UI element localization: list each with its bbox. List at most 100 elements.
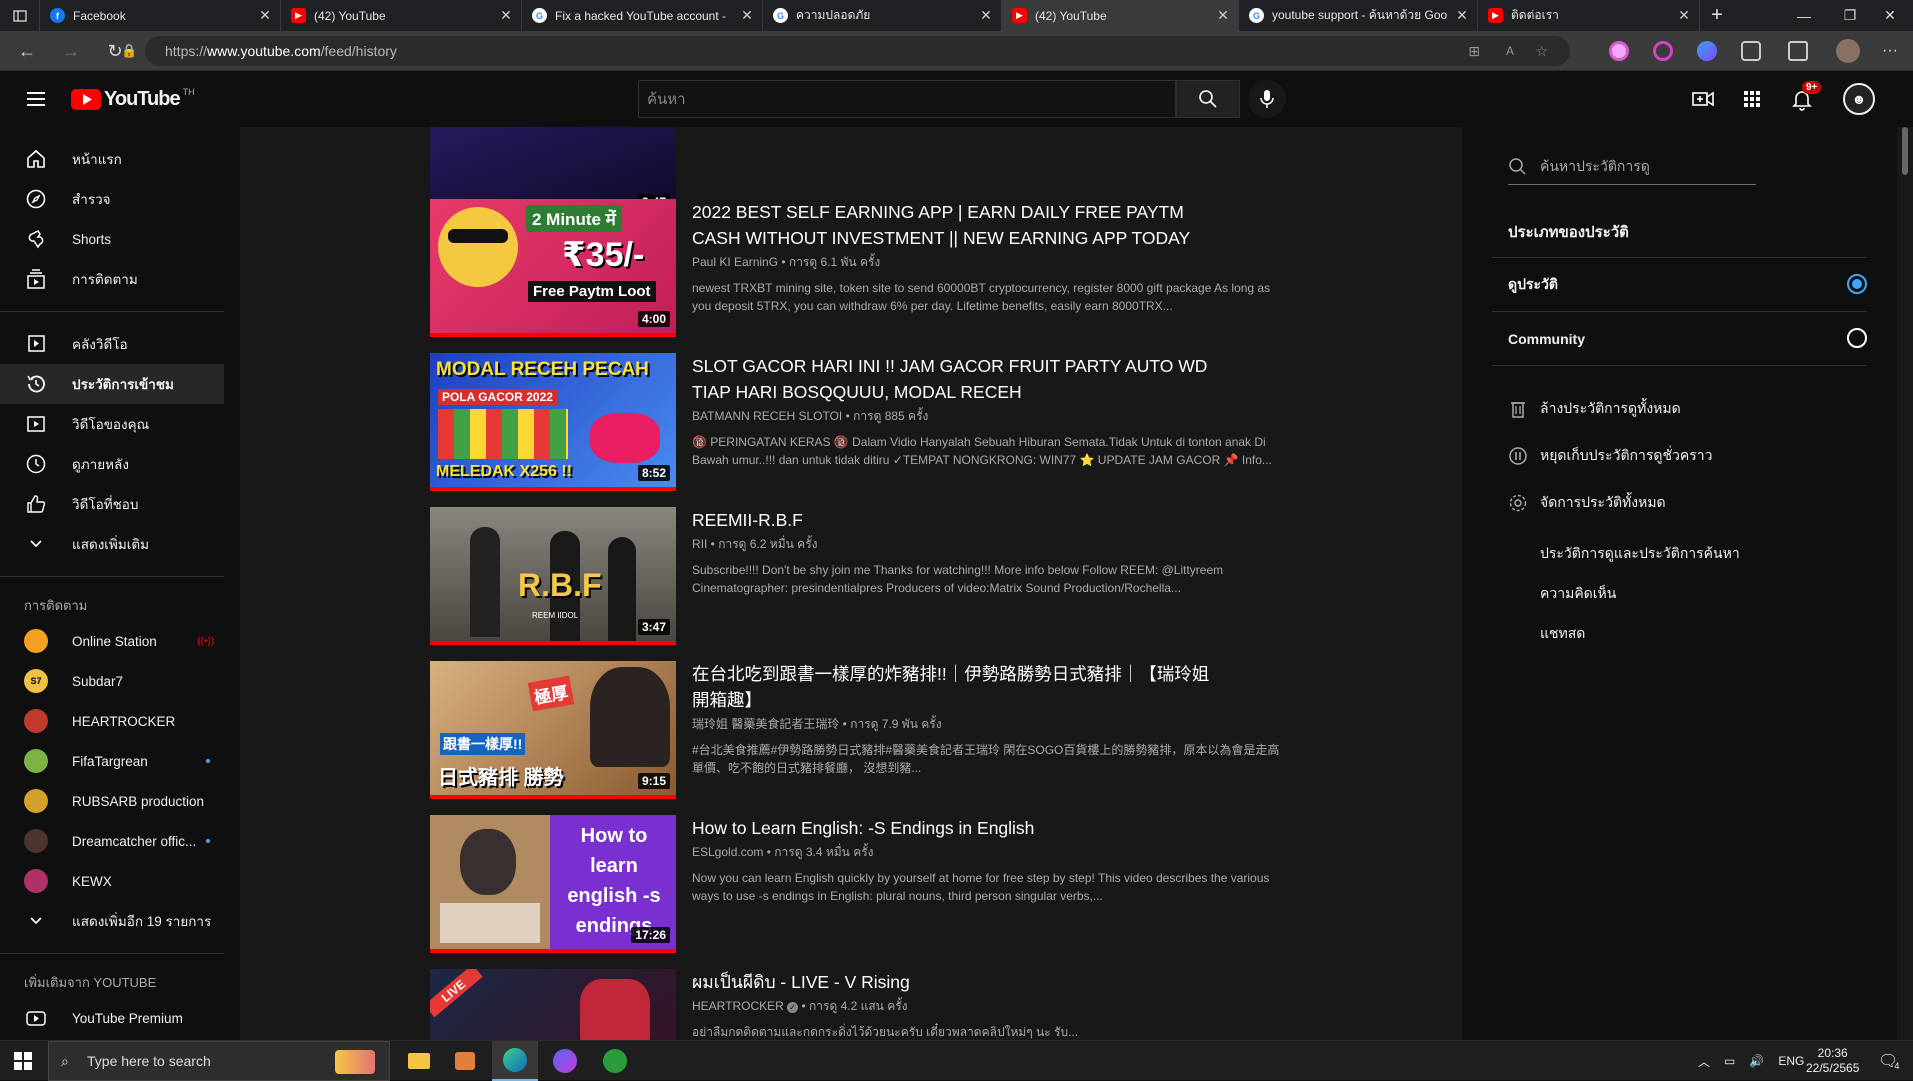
page-scrollbar[interactable]	[1897, 127, 1913, 1040]
sidebar-item-your-videos[interactable]: วิดีโอของคุณ	[0, 404, 224, 444]
sidebar-item-show-more[interactable]: แสดงเพิ่มเติม	[0, 524, 224, 564]
apps-button[interactable]	[1740, 87, 1764, 111]
close-icon[interactable]: ✕	[1677, 7, 1691, 24]
close-icon[interactable]: ✕	[979, 7, 993, 24]
action-center-button[interactable]: 🗨 4	[1878, 1041, 1899, 1081]
sidebar-item-shorts[interactable]: Shorts	[0, 219, 224, 259]
youtube-logo[interactable]: YouTube TH	[71, 87, 195, 111]
history-type-option[interactable]: Community	[1508, 312, 1867, 365]
video-title[interactable]: 2022 BEST SELF EARNING APP | EARN DAILY …	[692, 199, 1212, 251]
tray-expand-icon[interactable]: ︿	[1698, 1053, 1710, 1070]
extensions-puzzle-icon[interactable]	[1741, 41, 1761, 61]
clear-history-button[interactable]: ล้างประวัติการดูทั้งหมด	[1508, 395, 1681, 423]
close-icon[interactable]: ✕	[258, 7, 272, 24]
subscription-item[interactable]: S7 Subdar7	[0, 661, 224, 701]
volume-icon[interactable]: 🔊	[1749, 1054, 1764, 1068]
collections-icon[interactable]	[1788, 41, 1808, 61]
channel-name[interactable]: HEARTROCKER	[692, 999, 784, 1013]
comments-link[interactable]: ความคิดเห็น	[1540, 583, 1616, 605]
video-row[interactable]: R.B.F REEM IIDOL 3:47 REEMII-R.B.F RII •…	[430, 507, 1290, 645]
favorite-star-icon[interactable]: ☆	[1535, 43, 1548, 60]
browser-tab-6[interactable]: ▶ ติดต่อเรา ✕	[1478, 0, 1700, 31]
extension-icon-3[interactable]	[1697, 41, 1717, 61]
pause-history-button[interactable]: หยุดเก็บประวัติการดูชั่วคราว	[1508, 442, 1712, 470]
clock[interactable]: 20:36 22/5/2565	[1806, 1041, 1859, 1081]
channel-name[interactable]: ESLgold.com	[692, 845, 763, 859]
show-more-subscriptions[interactable]: แสดงเพิ่มอีก 19 รายการ	[0, 901, 224, 941]
video-title[interactable]: SLOT GACOR HARI INI !! JAM GACOR FRUIT P…	[692, 353, 1212, 405]
sidebar-item-history[interactable]: ประวัติการเข้าชม	[0, 364, 224, 404]
sidebar-item-library[interactable]: คลังวิดีโอ	[0, 324, 224, 364]
subscription-item[interactable]: FifaTargrean	[0, 741, 224, 781]
video-title[interactable]: REEMII-R.B.F	[692, 507, 1212, 533]
channel-name[interactable]: 瑞玲姐 醫藥美食記者王瑞玲	[692, 717, 839, 731]
subscription-item[interactable]: RUBSARB production	[0, 781, 224, 821]
subscription-item[interactable]: Dreamcatcher offic...	[0, 821, 224, 861]
video-row[interactable]: 2 Minute में ₹35/- Free Paytm Loot 4:00 …	[430, 199, 1290, 337]
extension-icon-1[interactable]	[1609, 41, 1629, 61]
video-title[interactable]: 在台北吃到跟書一樣厚的炸豬排!!｜伊勢路勝勢日式豬排｜【瑞玲姐開箱趣】	[692, 661, 1212, 713]
radio-selected-icon[interactable]	[1847, 274, 1867, 294]
taskbar-app-xbox[interactable]	[592, 1041, 638, 1081]
notifications-button[interactable]: 9+	[1790, 81, 1822, 111]
sidebar-item-liked-videos[interactable]: วิดีโอที่ชอบ	[0, 484, 224, 524]
channel-name[interactable]: Paul KI EarninG	[692, 255, 778, 269]
create-video-button[interactable]	[1691, 87, 1715, 111]
account-avatar[interactable]: ☻	[1843, 83, 1875, 115]
subscription-item[interactable]: KEWX	[0, 861, 224, 901]
input-language[interactable]: ENG	[1778, 1054, 1804, 1068]
extension-icon-2[interactable]	[1653, 41, 1673, 61]
browser-tab-3[interactable]: G ความปลอดภัย ✕	[763, 0, 1002, 31]
sidebar-item-watch-later[interactable]: ดูภายหลัง	[0, 444, 224, 484]
video-thumbnail[interactable]: LIVE	[430, 969, 676, 1040]
video-row[interactable]: LIVE ผมเป็นผีดิบ - LIVE - V Rising HEART…	[430, 969, 1290, 1040]
close-icon[interactable]: ✕	[740, 7, 754, 24]
video-row[interactable]: MODAL RECEH PECAH POLA GACOR 2022 MELEDA…	[430, 353, 1290, 491]
video-row[interactable]: How to learn english -s endings 17:26 Ho…	[430, 815, 1290, 953]
manage-history-button[interactable]: จัดการประวัติทั้งหมด	[1508, 489, 1666, 517]
sidebar-item-home[interactable]: หน้าแรก	[0, 139, 224, 179]
video-thumbnail[interactable]: 極厚 跟書一樣厚!! 日式豬排 勝勢 9:15	[430, 661, 676, 799]
channel-name[interactable]: RII	[692, 537, 707, 551]
scrollbar-thumb[interactable]	[1902, 127, 1908, 175]
taskbar-search-input[interactable]: ⌕ Type here to search	[48, 1041, 390, 1081]
browser-tab-2[interactable]: G Fix a hacked YouTube account - ✕	[522, 0, 763, 31]
video-title[interactable]: ผมเป็นผีดิบ - LIVE - V Rising	[692, 969, 1212, 995]
app-available-icon[interactable]: ⊞	[1468, 43, 1480, 60]
search-button[interactable]	[1176, 80, 1240, 118]
new-tab-button[interactable]: +	[1700, 0, 1734, 31]
taskbar-app-edge[interactable]	[492, 1041, 538, 1081]
video-row[interactable]: 極厚 跟書一樣厚!! 日式豬排 勝勢 9:15 在台北吃到跟書一樣厚的炸豬排!!…	[430, 661, 1290, 799]
taskbar-app-media[interactable]	[442, 1041, 488, 1081]
channel-name[interactable]: BATMANN RECEH SLOTOI	[692, 409, 842, 423]
live-chat-link[interactable]: แชทสด	[1540, 623, 1585, 645]
subscription-item[interactable]: HEARTROCKER	[0, 701, 224, 741]
start-button[interactable]	[0, 1041, 46, 1081]
video-title[interactable]: How to Learn English: -S Endings in Engl…	[692, 815, 1212, 841]
sidebar-item-explore[interactable]: สำรวจ	[0, 179, 224, 219]
read-aloud-icon[interactable]: A	[1506, 44, 1514, 58]
sidebar-item-subscriptions[interactable]: การติดตาม	[0, 259, 224, 299]
browser-tab-1[interactable]: ▶ (42) YouTube ✕	[281, 0, 522, 31]
history-sub-link[interactable]: ประวัติการดูและประวัติการค้นหา	[1540, 543, 1740, 565]
browser-menu-button[interactable]: ···	[1875, 37, 1905, 65]
browser-tab-0[interactable]: f Facebook ✕	[40, 0, 281, 31]
network-icon[interactable]: ▭	[1724, 1054, 1735, 1068]
history-type-option[interactable]: ดูประวัติ	[1508, 258, 1867, 311]
tab-actions-button[interactable]	[0, 0, 40, 31]
sidebar-item-premium[interactable]: YouTube Premium	[0, 998, 224, 1038]
forward-button[interactable]: →	[56, 37, 86, 65]
video-thumbnail[interactable]: How to learn english -s endings 17:26	[430, 815, 676, 953]
video-thumbnail[interactable]: MODAL RECEH PECAH POLA GACOR 2022 MELEDA…	[430, 353, 676, 491]
history-search-input[interactable]: ค้นหาประวัติการดู	[1508, 149, 1756, 185]
close-icon[interactable]: ✕	[1216, 7, 1230, 24]
taskbar-app-messenger[interactable]	[542, 1041, 588, 1081]
subscription-item[interactable]: Online Station ((•))	[0, 621, 224, 661]
back-button[interactable]: ←	[12, 37, 42, 65]
voice-search-button[interactable]	[1248, 80, 1286, 118]
video-thumbnail[interactable]: 2 Minute में ₹35/- Free Paytm Loot 4:00	[430, 199, 676, 337]
radio-unselected-icon[interactable]	[1847, 328, 1867, 348]
search-input[interactable]: ค้นหา	[638, 80, 1176, 118]
address-bar[interactable]: 🔒 https://www.youtube.com/feed/history ⊞…	[121, 36, 1570, 66]
taskbar-app-file-explorer[interactable]	[396, 1041, 442, 1081]
